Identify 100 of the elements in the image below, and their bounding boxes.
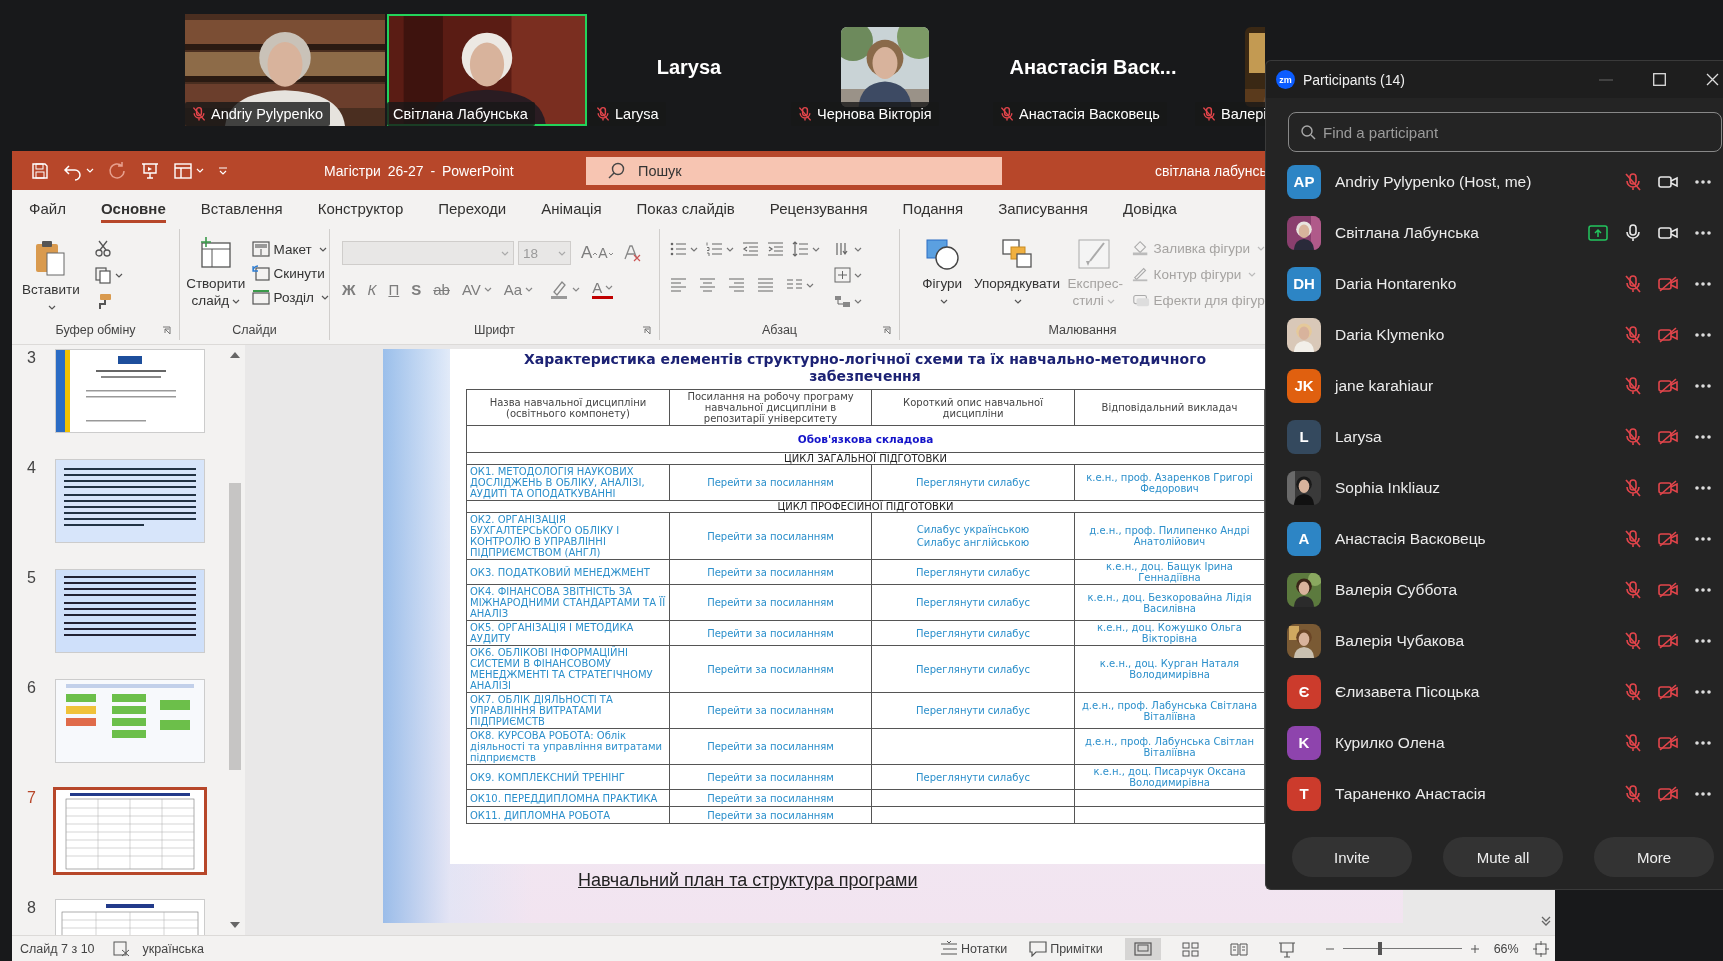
- ribbon-button[interactable]: Упорядкувати: [970, 237, 1064, 320]
- more-icon[interactable]: [1693, 433, 1712, 440]
- ribbon-tab[interactable]: Показ слайдів: [636, 194, 735, 223]
- ribbon-tab[interactable]: Переходи: [438, 194, 507, 223]
- presentation-icon[interactable]: [140, 160, 160, 181]
- muted-microphone-icon[interactable]: [1622, 528, 1643, 549]
- decrease-indent-button[interactable]: [742, 241, 759, 257]
- link[interactable]: Перейти за посиланням: [707, 663, 834, 675]
- font-size-field[interactable]: 18: [518, 241, 571, 265]
- accessibility-icon[interactable]: [112, 940, 131, 957]
- camera-off-icon[interactable]: [1656, 783, 1679, 804]
- camera-off-icon[interactable]: [1656, 579, 1679, 600]
- link[interactable]: Перейти за посиланням: [707, 477, 834, 488]
- highlight-button[interactable]: [549, 279, 581, 299]
- ribbon-tab[interactable]: Записування: [998, 194, 1088, 223]
- slide-thumbnail[interactable]: [53, 787, 207, 875]
- camera-off-icon[interactable]: [1656, 528, 1679, 549]
- spacing-button[interactable]: AV: [461, 280, 492, 298]
- camera-off-icon[interactable]: [1656, 681, 1679, 702]
- language-indicator[interactable]: українська: [142, 941, 205, 956]
- muted-microphone-icon[interactable]: [1622, 273, 1643, 294]
- new-slide-button[interactable]: Створити слайд: [186, 237, 246, 320]
- camera-off-icon[interactable]: [1656, 732, 1679, 753]
- shadow-button[interactable]: S: [411, 280, 422, 298]
- dialog-launcher-icon[interactable]: [882, 326, 891, 335]
- muted-microphone-icon[interactable]: [1622, 579, 1643, 600]
- double-caret-icon[interactable]: [1540, 915, 1552, 927]
- more-icon[interactable]: [1693, 229, 1712, 236]
- camera-off-icon[interactable]: [1656, 426, 1679, 447]
- muted-microphone-icon[interactable]: [1622, 630, 1643, 651]
- camera-off-icon[interactable]: [1656, 273, 1679, 294]
- line-spacing-button[interactable]: [792, 241, 820, 257]
- ribbon-tab[interactable]: Довідка: [1122, 194, 1177, 223]
- dialog-launcher-icon[interactable]: [642, 326, 651, 335]
- customize-icon[interactable]: [217, 164, 229, 177]
- link[interactable]: Перейти за посиланням: [707, 597, 834, 608]
- ribbon-button[interactable]: Макет: [251, 241, 329, 257]
- panel-button[interactable]: More: [1594, 837, 1714, 877]
- strikethrough-button[interactable]: ab: [433, 280, 450, 298]
- more-icon[interactable]: [1693, 739, 1712, 746]
- scroll-up-icon[interactable]: [229, 351, 241, 359]
- ribbon-tab[interactable]: Вставлення: [200, 194, 283, 223]
- more-icon[interactable]: [1693, 637, 1712, 644]
- copy-button[interactable]: [94, 266, 123, 284]
- more-icon[interactable]: [1693, 688, 1712, 695]
- close-icon[interactable]: [1706, 73, 1719, 86]
- muted-microphone-icon[interactable]: [1622, 324, 1643, 345]
- more-icon[interactable]: [1693, 178, 1712, 185]
- bullets-button[interactable]: [670, 241, 698, 257]
- ribbon-tab[interactable]: Конструктор: [317, 194, 404, 223]
- ribbon-tab[interactable]: Анімація: [541, 194, 602, 223]
- muted-microphone-icon[interactable]: [1622, 375, 1643, 396]
- syllabus-link[interactable]: Силабус англійською: [875, 537, 1071, 548]
- scrollbar-thumb[interactable]: [229, 483, 241, 770]
- font-name-field[interactable]: [342, 241, 514, 265]
- zoom-level[interactable]: 66%: [1493, 941, 1519, 956]
- more-icon[interactable]: [1693, 586, 1712, 593]
- comments-button[interactable]: Примітки: [1029, 940, 1103, 957]
- font-color-button[interactable]: A: [592, 279, 614, 299]
- panel-button[interactable]: Invite: [1292, 837, 1412, 877]
- ribbon-tab[interactable]: Рецензування: [769, 194, 868, 223]
- camera-off-icon[interactable]: [1656, 630, 1679, 651]
- slider-thumb[interactable]: [1378, 942, 1383, 955]
- maximize-icon[interactable]: [1653, 73, 1666, 86]
- muted-microphone-icon[interactable]: [1622, 783, 1643, 804]
- ribbon-tab[interactable]: Файл: [29, 194, 66, 223]
- bold-button[interactable]: Ж: [342, 280, 356, 298]
- ribbon-tab[interactable]: Основне: [100, 194, 166, 223]
- layout-icon[interactable]: [173, 160, 193, 181]
- ribbon-button[interactable]: Розділ: [251, 289, 329, 305]
- zoom-in-icon[interactable]: [1469, 943, 1480, 954]
- underline-button[interactable]: П: [388, 280, 400, 298]
- ribbon-tab[interactable]: Подання: [902, 194, 964, 223]
- paste-button[interactable]: Вставити: [22, 239, 78, 320]
- ribbon-button[interactable]: Скинути: [251, 265, 329, 281]
- link[interactable]: Перейти за посиланням: [707, 530, 834, 542]
- panel-button[interactable]: Mute all: [1443, 837, 1563, 877]
- more-icon[interactable]: [1693, 790, 1712, 797]
- fit-to-window-icon[interactable]: [1532, 940, 1549, 957]
- ribbon-button[interactable]: Фігури: [918, 237, 967, 320]
- muted-microphone-icon[interactable]: [1622, 171, 1643, 192]
- redo-icon[interactable]: [107, 160, 127, 181]
- save-icon[interactable]: [30, 160, 50, 181]
- camera-off-icon[interactable]: [1656, 477, 1679, 498]
- scroll-down-icon[interactable]: [229, 921, 241, 929]
- numbering-button[interactable]: [706, 241, 734, 257]
- muted-microphone-icon[interactable]: [1622, 732, 1643, 753]
- dialog-launcher-icon[interactable]: [162, 326, 171, 335]
- more-icon[interactable]: [1693, 535, 1712, 542]
- normal-view-button[interactable]: [1124, 937, 1161, 960]
- scissors-icon[interactable]: [94, 239, 112, 257]
- grow-font-button[interactable]: A: [581, 243, 599, 263]
- link[interactable]: Перейти за посиланням: [707, 741, 834, 752]
- link[interactable]: Навчальний план та структура програми: [578, 870, 918, 891]
- more-icon[interactable]: [1693, 331, 1712, 338]
- notes-button[interactable]: Нотатки: [940, 940, 1008, 957]
- search-field[interactable]: Find a participant: [1288, 112, 1722, 152]
- camera-off-icon[interactable]: [1656, 375, 1679, 396]
- link[interactable]: Перейти за посиланням: [707, 705, 834, 716]
- change-case-button[interactable]: Aa: [503, 280, 534, 298]
